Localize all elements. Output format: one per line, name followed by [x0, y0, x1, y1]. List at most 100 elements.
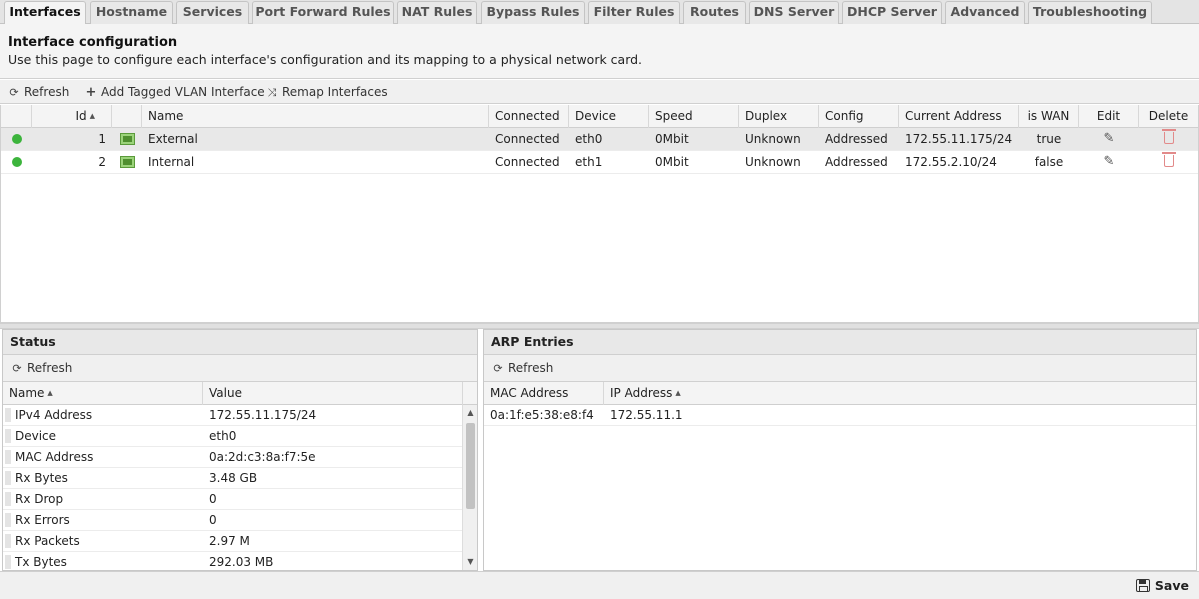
header-speed[interactable]: Speed: [649, 105, 739, 128]
cell-device: eth0: [575, 132, 603, 146]
tab-port-forward-rules[interactable]: Port Forward Rules: [252, 1, 394, 24]
cell-current-address: 172.55.11.175/24: [905, 132, 1013, 146]
header-current-address[interactable]: Current Address: [899, 105, 1019, 128]
interfaces-toolbar: ⟳ Refresh + Add Tagged VLAN Interface ⤨ Rem…: [0, 80, 1199, 104]
refresh-icon: ⟳: [9, 86, 19, 99]
page-description: Use this page to configure each interfac…: [8, 52, 643, 67]
header-config[interactable]: Config: [819, 105, 899, 128]
cell-duplex: Unknown: [745, 132, 801, 146]
cell-speed: 0Mbit: [655, 132, 689, 146]
plus-icon: +: [85, 85, 97, 100]
refresh-icon: ⟳: [12, 362, 22, 375]
cell-name: Internal: [148, 155, 195, 169]
status-header: Name ▲ Value: [3, 382, 477, 405]
tab-advanced[interactable]: Advanced: [945, 1, 1025, 24]
list-item[interactable]: Rx Bytes 3.48 GB: [3, 468, 462, 489]
cell-duplex: Unknown: [745, 155, 801, 169]
list-item[interactable]: Device eth0: [3, 426, 462, 447]
header-delete[interactable]: Delete: [1139, 105, 1198, 128]
shuffle-icon: ⤨: [267, 86, 277, 99]
grid-header: Id ▲ Name Connected Device Speed Duplex C…: [1, 105, 1198, 128]
scroll-down-icon[interactable]: ▼: [463, 556, 478, 568]
tab-dhcp-server[interactable]: DHCP Server: [842, 1, 942, 24]
header-name[interactable]: Name: [142, 105, 489, 128]
tab-filter-rules[interactable]: Filter Rules: [588, 1, 680, 24]
cell-id: 2: [98, 155, 106, 169]
cell-speed: 0Mbit: [655, 155, 689, 169]
header-name[interactable]: Name ▲: [3, 382, 203, 405]
arp-refresh-button[interactable]: ⟳ Refresh: [492, 359, 553, 377]
add-tagged-vlan-button[interactable]: + Add Tagged VLAN Interface: [85, 83, 265, 101]
tab-hostname[interactable]: Hostname: [90, 1, 173, 24]
tab-bypass-rules[interactable]: Bypass Rules: [481, 1, 585, 24]
connected-status-icon: [12, 134, 22, 144]
floppy-disk-icon: [1135, 579, 1150, 592]
header-value[interactable]: Value: [203, 382, 463, 405]
list-item[interactable]: IPv4 Address 172.55.11.175/24: [3, 405, 462, 426]
arp-panel-title: ARP Entries: [484, 330, 1196, 355]
list-item[interactable]: MAC Address 0a:2d:c3:8a:f7:5e: [3, 447, 462, 468]
sort-asc-icon: ▲: [675, 389, 681, 397]
scroll-thumb[interactable]: [466, 423, 475, 509]
remap-interfaces-button[interactable]: ⤨ Remap Interfaces: [266, 83, 388, 101]
cell-current-address: 172.55.2.10/24: [905, 155, 997, 169]
list-item[interactable]: Rx Packets 2.97 M: [3, 531, 462, 552]
header-edit[interactable]: Edit: [1079, 105, 1139, 128]
save-button[interactable]: Save: [1135, 577, 1189, 595]
footer-bar: Save: [0, 571, 1199, 599]
sort-asc-icon: ▲: [47, 389, 53, 397]
list-item[interactable]: 0a:1f:e5:38:e8:f4 172.55.11.1: [484, 405, 1196, 426]
refresh-button[interactable]: ⟳ Refresh: [8, 83, 69, 101]
delete-icon[interactable]: [1162, 152, 1176, 167]
list-item[interactable]: Rx Drop 0: [3, 489, 462, 510]
list-item[interactable]: Tx Bytes 292.03 MB: [3, 552, 462, 570]
tab-troubleshooting[interactable]: Troubleshooting: [1028, 1, 1152, 24]
header-icon[interactable]: [112, 105, 142, 128]
cell-is-wan: true: [1036, 132, 1062, 146]
header-device[interactable]: Device: [569, 105, 649, 128]
header-status[interactable]: [1, 105, 32, 128]
tab-nat-rules[interactable]: NAT Rules: [397, 1, 477, 24]
tab-services[interactable]: Services: [176, 1, 249, 24]
status-panel: Status ⟳ Refresh Name ▲ Value IPv4 Address…: [2, 329, 478, 571]
status-panel-title: Status: [3, 330, 477, 355]
header-is-wan[interactable]: is WAN: [1019, 105, 1079, 128]
list-item[interactable]: Rx Errors 0: [3, 510, 462, 531]
tab-interfaces[interactable]: Interfaces: [4, 1, 86, 25]
scroll-up-icon[interactable]: ▲: [463, 407, 478, 419]
header-ip-address[interactable]: IP Address ▲: [604, 382, 1196, 405]
cell-config: Addressed: [825, 132, 888, 146]
edit-icon[interactable]: ✎: [1079, 128, 1139, 150]
status-scrollbar[interactable]: ▲ ▼: [462, 405, 477, 570]
arp-panel: ARP Entries ⟳ Refresh MAC Address IP Addr…: [483, 329, 1197, 571]
cell-ip: 172.55.11.1: [610, 408, 683, 422]
status-toolbar: ⟳ Refresh: [3, 355, 477, 382]
header-mac-address[interactable]: MAC Address: [484, 382, 604, 405]
interfaces-grid: Id ▲ Name Connected Device Speed Duplex C…: [0, 105, 1199, 323]
intro-panel: Interface configuration Use this page to…: [0, 24, 1199, 79]
sort-asc-icon: ▲: [89, 112, 95, 120]
tab-dns-server[interactable]: DNS Server: [749, 1, 839, 24]
cell-id: 1: [98, 132, 106, 146]
network-card-icon: [120, 133, 135, 145]
delete-icon[interactable]: [1162, 129, 1176, 144]
arp-header: MAC Address IP Address ▲: [484, 382, 1196, 405]
cell-name: External: [148, 132, 198, 146]
status-refresh-button[interactable]: ⟳ Refresh: [11, 359, 72, 377]
edit-icon[interactable]: ✎: [1079, 151, 1139, 173]
network-card-icon: [120, 156, 135, 168]
connected-status-icon: [12, 157, 22, 167]
table-row[interactable]: 2 Internal Connected eth1 0Mbit Unknown …: [1, 151, 1198, 174]
header-duplex[interactable]: Duplex: [739, 105, 819, 128]
tab-routes[interactable]: Routes: [683, 1, 746, 24]
refresh-icon: ⟳: [493, 362, 503, 375]
cell-mac: 0a:1f:e5:38:e8:f4: [490, 408, 594, 422]
header-id[interactable]: Id ▲: [32, 105, 112, 128]
tab-bar: Interfaces Hostname Services Port Forwar…: [0, 0, 1199, 25]
cell-device: eth1: [575, 155, 603, 169]
cell-connected: Connected: [495, 155, 560, 169]
cell-config: Addressed: [825, 155, 888, 169]
cell-connected: Connected: [495, 132, 560, 146]
header-connected[interactable]: Connected: [489, 105, 569, 128]
table-row[interactable]: 1 External Connected eth0 0Mbit Unknown …: [1, 128, 1198, 151]
